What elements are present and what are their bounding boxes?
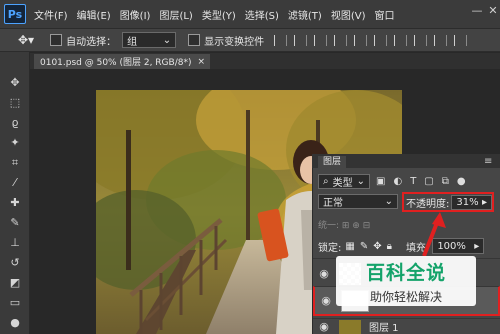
opacity-value: 31% — [456, 196, 479, 208]
layer-filter-icons: ▣ ◐ T ▢ ⧉ ● — [376, 174, 486, 189]
menu-type[interactable]: 类型(Y) — [202, 7, 236, 22]
align-center-icon[interactable] — [354, 34, 368, 46]
lock-all-icon[interactable]: 🔒︎ — [387, 241, 392, 252]
brush-icon[interactable]: ✎ — [7, 216, 23, 230]
tab-close-icon[interactable]: × — [197, 57, 205, 67]
menu-image[interactable]: 图像(I) — [120, 7, 151, 22]
distribute-middle-icon[interactable] — [414, 34, 428, 46]
options-bar: ✥▾ 自动选择： 组 ⌄ 显示变换控件 — [0, 28, 500, 52]
eraser-icon[interactable]: ◩ — [7, 276, 23, 290]
distribute-left-icon[interactable] — [454, 34, 468, 46]
distribute-bottom-icon[interactable] — [434, 34, 448, 46]
history-brush-icon[interactable]: ↺ — [7, 256, 23, 270]
auto-select-label: 自动选择： — [66, 36, 117, 48]
watermark-title: 百科全说 — [365, 262, 446, 284]
stamp-icon[interactable]: ⊥ — [7, 236, 23, 250]
menu-filter[interactable]: 滤镜(T) — [288, 7, 322, 22]
lock-position-icon[interactable]: ✥ — [373, 241, 381, 252]
opacity-label: 不透明度: — [406, 198, 450, 210]
align-middle-icon[interactable] — [294, 34, 308, 46]
auto-select-checkbox[interactable] — [50, 34, 63, 46]
align-left-icon[interactable] — [334, 34, 348, 46]
chevron-right-icon: ▸ — [474, 240, 480, 252]
filter-search-icon: ⌕ — [323, 176, 329, 187]
document-tab-title: 0101.psd @ 50% (图层 2, RGB/8*) — [40, 58, 192, 68]
chevron-down-icon: ⌄ — [356, 176, 365, 187]
close-icon[interactable]: ✕ — [486, 4, 500, 18]
lock-pixels-icon[interactable]: ▦ — [345, 241, 354, 252]
blend-mode-dropdown[interactable]: 正常 ⌄ — [318, 194, 398, 209]
show-transform-label: 显示变换控件 — [204, 36, 265, 48]
align-buttons — [274, 34, 468, 46]
eyedropper-icon[interactable]: ⁄ — [7, 176, 23, 190]
align-bottom-icon[interactable] — [314, 34, 328, 46]
auto-select-dropdown[interactable]: 组 ⌄ — [122, 32, 177, 48]
visibility-eye-icon[interactable]: ◉ — [319, 294, 333, 308]
shape-filter-icon[interactable]: ▢ — [424, 176, 433, 187]
healing-brush-icon[interactable]: ✚ — [7, 196, 23, 210]
menu-file[interactable]: 文件(F) — [34, 7, 68, 22]
gradient-icon[interactable]: ▭ — [7, 296, 23, 310]
smart-object-filter-icon[interactable]: ⧉ — [442, 176, 449, 187]
menu-edit[interactable]: 编辑(E) — [77, 7, 111, 22]
type-filter-icon[interactable]: T — [410, 176, 416, 187]
show-transform-checkbox[interactable] — [188, 34, 201, 46]
chevron-down-icon: ⌄ — [384, 196, 393, 207]
opacity-highlight: 不透明度: 31% ▸ — [402, 192, 494, 212]
visibility-eye-icon[interactable]: ◉ — [317, 267, 331, 281]
blur-icon[interactable]: ● — [7, 316, 23, 330]
menu-layer[interactable]: 图层(L) — [159, 7, 192, 22]
marquee-icon[interactable]: ⬚ — [7, 96, 23, 110]
red-arrow-annotation — [422, 212, 446, 257]
layer-thumbnail — [339, 319, 361, 334]
panel-menu-icon[interactable]: ≡ — [484, 156, 492, 167]
menu-select[interactable]: 选择(S) — [245, 7, 279, 22]
move-tool-icon[interactable]: ✥▾ — [18, 33, 34, 47]
distribute-top-icon[interactable] — [394, 34, 408, 46]
document-tab[interactable]: 0101.psd @ 50% (图层 2, RGB/8*) × — [34, 54, 210, 69]
lock-row: 锁定: ▦ ✎ ✥ 🔒︎ 填充: 100% ▸ — [318, 238, 496, 254]
adjustment-filter-icon[interactable]: ◐ — [393, 176, 402, 187]
menu-window[interactable]: 窗口 — [374, 7, 394, 22]
align-top-icon[interactable] — [274, 34, 288, 46]
auto-select-value: 组 — [127, 36, 138, 48]
menu-bar: Ps 文件(F) 编辑(E) 图像(I) 图层(L) 类型(Y) 选择(S) 滤… — [0, 0, 500, 28]
unify-row: 统一: ⊞ ⊕ ⊟ — [318, 221, 371, 231]
magic-wand-icon[interactable]: ✦ — [7, 136, 23, 150]
blend-mode-value: 正常 — [323, 198, 343, 209]
crop-icon[interactable]: ⌗ — [7, 156, 23, 170]
lasso-icon[interactable]: ϱ — [7, 116, 23, 130]
visibility-eye-icon[interactable]: ◉ — [317, 320, 331, 334]
tools-panel: ✥ ⬚ ϱ ✦ ⌗ ⁄ ✚ ✎ ⊥ ↺ ◩ ▭ ● — [0, 52, 30, 334]
watermark-subtitle: 助你轻松解决 — [369, 290, 442, 304]
chevron-down-icon: ⌄ — [162, 34, 172, 46]
move-icon[interactable]: ✥ — [7, 76, 23, 90]
minimize-icon[interactable]: — — [470, 4, 484, 18]
align-right-icon[interactable] — [374, 34, 388, 46]
layer-row[interactable]: ◉ 图层 1 — [313, 318, 500, 334]
filter-kind-value: 类型 — [332, 178, 353, 189]
tab-layers[interactable]: 图层 — [318, 156, 347, 168]
pixel-filter-icon[interactable]: ▣ — [376, 176, 385, 187]
chevron-right-icon: ▸ — [481, 196, 487, 208]
lock-image-icon[interactable]: ✎ — [360, 241, 368, 252]
layer-name: 图层 1 — [369, 323, 399, 334]
menu-view[interactable]: 视图(V) — [331, 7, 366, 22]
layer-filter-dropdown[interactable]: ⌕ 类型 ⌄ — [318, 174, 370, 189]
filter-toggle-icon[interactable]: ● — [457, 176, 466, 187]
lock-label: 锁定: — [318, 242, 342, 254]
opacity-input[interactable]: 31% ▸ — [451, 194, 492, 210]
photoshop-logo: Ps — [4, 4, 26, 24]
watermark: 百科全说 助你轻松解决 — [336, 256, 476, 306]
